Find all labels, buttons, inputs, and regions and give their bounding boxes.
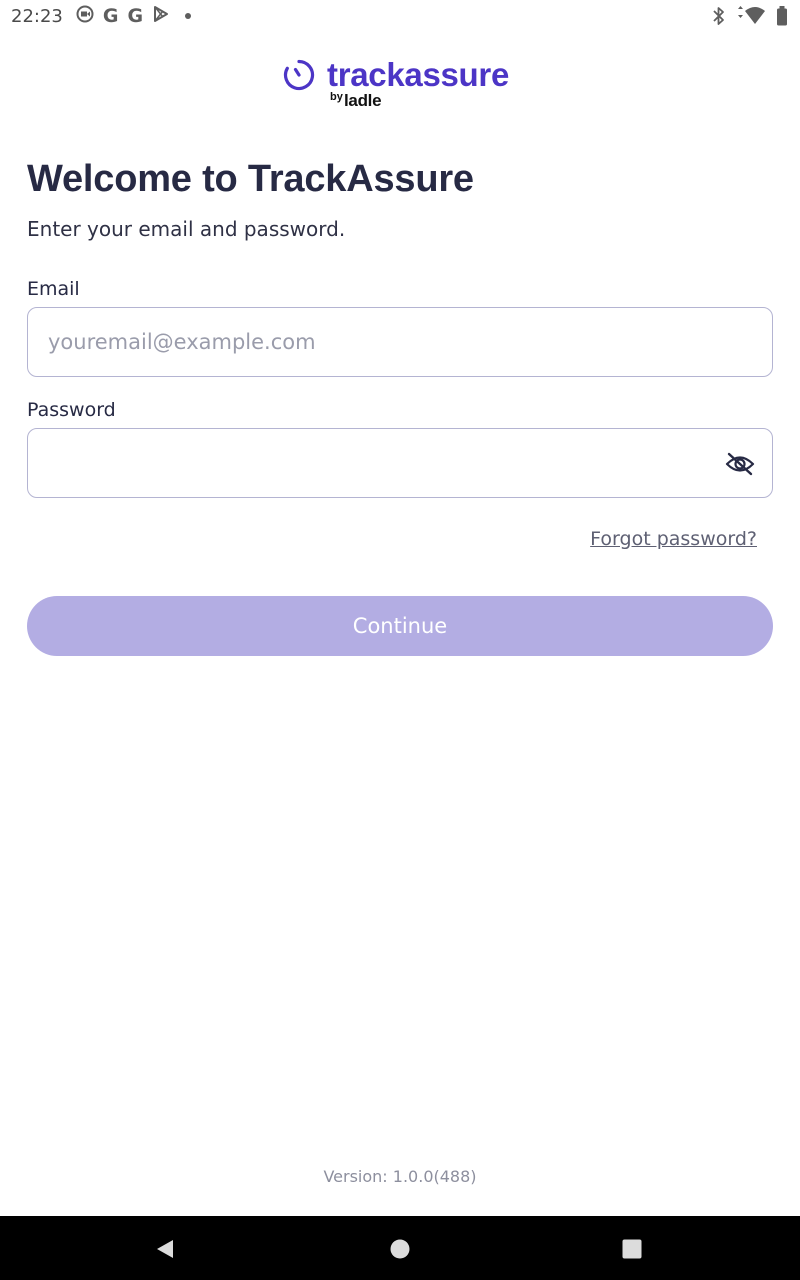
email-field-container xyxy=(27,307,773,377)
bluetooth-icon xyxy=(712,6,726,26)
password-field-container xyxy=(27,428,773,498)
continue-button[interactable]: Continue xyxy=(27,596,773,656)
status-bar-left: 22:23 G G xyxy=(11,4,192,27)
trackassure-logo: trackassure by ladle xyxy=(283,56,523,116)
home-circle-icon[interactable] xyxy=(389,1238,411,1264)
page-title: Welcome to TrackAssure xyxy=(27,158,474,200)
password-label: Password xyxy=(27,399,116,421)
status-bar-right xyxy=(712,6,788,26)
logo-by-text: by xyxy=(330,91,343,103)
logo-ladle-text: ladle xyxy=(344,91,382,110)
status-bar: 22:23 G G xyxy=(0,0,800,32)
google-notification-icon: G xyxy=(127,4,144,27)
wifi-icon xyxy=(736,6,766,26)
status-time: 22:23 xyxy=(11,5,63,27)
eye-off-icon[interactable] xyxy=(724,448,756,480)
logo-wordmark: trackassure xyxy=(327,56,510,93)
play-store-notification-icon xyxy=(152,5,170,27)
email-label: Email xyxy=(27,278,80,300)
more-notifications-dot-icon xyxy=(185,13,192,19)
forgot-password-link[interactable]: Forgot password? xyxy=(590,528,757,550)
password-field[interactable] xyxy=(28,429,772,497)
logo-mark-icon xyxy=(283,59,315,95)
battery-icon xyxy=(776,6,788,26)
google-notification-icon: G xyxy=(102,4,119,27)
back-triangle-icon[interactable] xyxy=(154,1238,176,1264)
email-field[interactable] xyxy=(28,308,772,376)
recents-square-icon[interactable] xyxy=(621,1238,643,1264)
version-text: Version: 1.0.0(488) xyxy=(323,1167,477,1186)
page-subtitle: Enter your email and password. xyxy=(27,217,346,241)
system-navigation-bar xyxy=(0,1216,800,1280)
login-screen: 22:23 G G trackassure by ladle Welcome t… xyxy=(0,0,800,1280)
camera-notification-icon xyxy=(76,5,94,27)
